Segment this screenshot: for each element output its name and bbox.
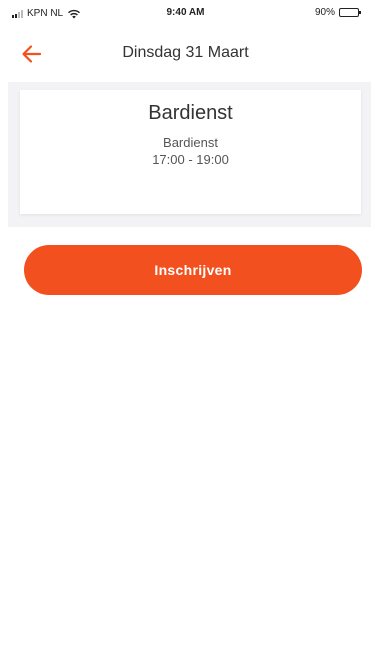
status-bar: KPN NL 9:40 AM 90% [0, 0, 371, 26]
card-section: Bardienst Bardienst 17:00 - 19:00 [8, 82, 371, 227]
shift-title: Bardienst [148, 102, 233, 124]
navigation-bar: Dinsdag 31 Maart [0, 34, 371, 74]
battery-icon [339, 8, 361, 17]
page-title: Dinsdag 31 Maart [122, 44, 249, 61]
shift-card: Bardienst Bardienst 17:00 - 19:00 [20, 90, 361, 214]
screen: KPN NL 9:40 AM 90% Dinsdag 31 Maart Bard… [0, 0, 371, 661]
shift-time: 17:00 - 19:00 [152, 152, 229, 167]
signup-button[interactable]: Inschrijven [24, 245, 362, 295]
status-bar-right: 90% [314, 7, 361, 18]
shift-subtitle: Bardienst [163, 135, 218, 150]
battery-percentage: 90% [314, 7, 335, 18]
